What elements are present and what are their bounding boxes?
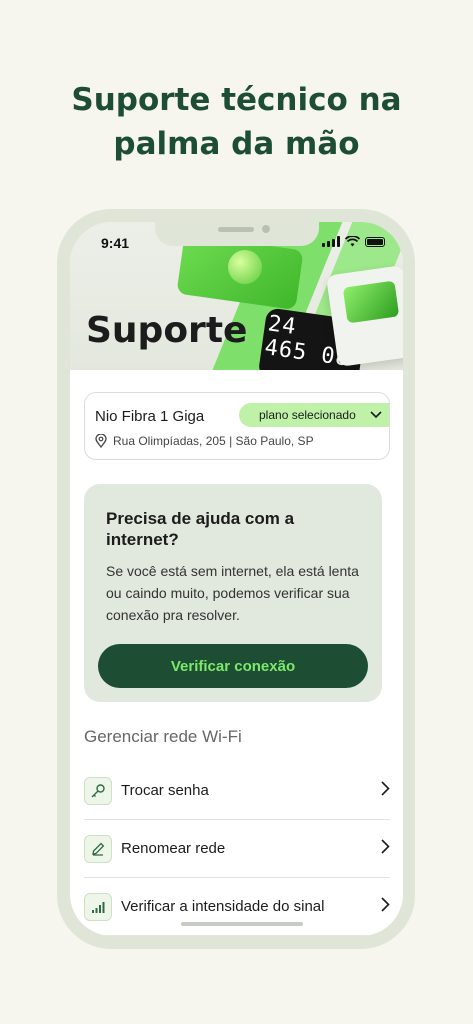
list-item-label: Renomear rede xyxy=(121,840,226,857)
status-bar: 9:41 xyxy=(70,222,403,266)
plan-card[interactable]: Nio Fibra 1 Giga plano selecionado Rua O… xyxy=(84,392,390,460)
pencil-icon xyxy=(84,834,112,863)
signal-bars-icon xyxy=(84,892,112,921)
plan-badge-label: plano selecionado xyxy=(259,408,356,422)
cellular-icon xyxy=(322,236,340,247)
home-indicator xyxy=(181,922,303,926)
help-title: Precisa de ajuda com a internet? xyxy=(106,509,295,549)
key-icon xyxy=(84,776,112,805)
headline-line-2: palma da mão xyxy=(113,126,360,162)
notch xyxy=(155,222,319,246)
camera xyxy=(262,225,270,233)
phone-screen: 24 465 08 Suporte 9:41 Nio Fibra 1 Giga … xyxy=(70,222,403,936)
chevron-right-icon xyxy=(381,780,390,801)
wifi-section-title: Gerenciar rede Wi-Fi xyxy=(84,727,242,746)
plan-address: Rua Olimpíadas, 205 | São Paulo, SP xyxy=(95,434,314,448)
wifi-options-list: Trocar senha Renomear rede Verificar a i… xyxy=(84,762,390,936)
list-item-label: Trocar senha xyxy=(121,782,209,799)
headline-line-1: Suporte técnico na xyxy=(71,82,402,118)
list-item-rename-network[interactable]: Renomear rede xyxy=(84,820,390,878)
monitor-icon xyxy=(342,280,400,324)
chevron-right-icon xyxy=(381,896,390,917)
plan-selector[interactable]: plano selecionado xyxy=(239,403,389,427)
address-text: Rua Olimpíadas, 205 | São Paulo, SP xyxy=(113,434,314,448)
battery-icon xyxy=(365,236,385,247)
status-icons xyxy=(322,236,385,247)
plan-name: Nio Fibra 1 Giga xyxy=(95,408,205,425)
help-text: Se você está sem internet, ela está lent… xyxy=(106,563,359,623)
list-item-signal-strength[interactable]: Verificar a intensidade do sinal xyxy=(84,878,390,936)
list-item-label: Verificar a intensidade do sinal xyxy=(121,898,325,915)
chevron-right-icon xyxy=(381,838,390,859)
location-pin-icon xyxy=(95,434,107,448)
wifi-icon xyxy=(345,236,360,247)
speaker xyxy=(218,227,254,232)
status-time: 9:41 xyxy=(101,235,130,251)
marketing-headline: Suporte técnico na palma da mão xyxy=(0,78,473,166)
page-title: Suporte xyxy=(86,310,248,351)
list-item-change-password[interactable]: Trocar senha xyxy=(84,762,390,820)
help-card: Precisa de ajuda com a internet? Se você… xyxy=(84,484,382,702)
check-connection-button[interactable]: Verificar conexão xyxy=(98,644,368,688)
chevron-down-icon xyxy=(370,411,382,419)
